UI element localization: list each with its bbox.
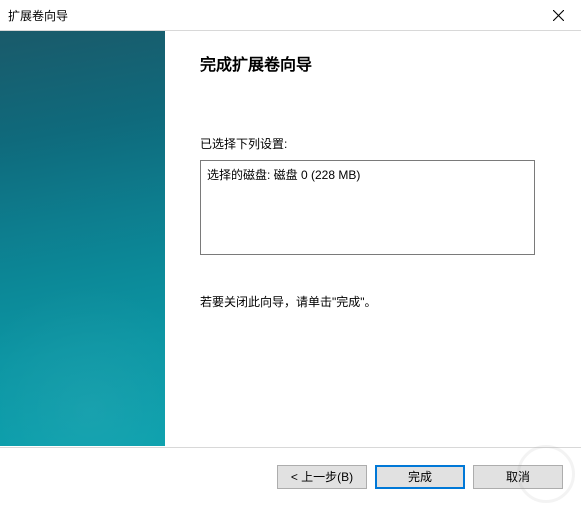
settings-label: 已选择下列设置: xyxy=(200,135,551,152)
settings-listbox[interactable]: 选择的磁盘: 磁盘 0 (228 MB) xyxy=(200,160,535,255)
selected-disk-line: 选择的磁盘: 磁盘 0 (228 MB) xyxy=(207,166,528,183)
button-row: < 上一步(B) 完成 取消 xyxy=(0,447,581,505)
close-button[interactable] xyxy=(536,0,581,30)
finish-button[interactable]: 完成 xyxy=(375,465,465,489)
close-icon xyxy=(553,10,564,21)
content-area: 完成扩展卷向导 已选择下列设置: 选择的磁盘: 磁盘 0 (228 MB) 若要… xyxy=(0,31,581,446)
cancel-button[interactable]: 取消 xyxy=(473,465,563,489)
page-heading: 完成扩展卷向导 xyxy=(200,51,551,75)
window-title: 扩展卷向导 xyxy=(8,7,68,24)
wizard-side-graphic xyxy=(0,31,165,446)
titlebar: 扩展卷向导 xyxy=(0,0,581,30)
main-panel: 完成扩展卷向导 已选择下列设置: 选择的磁盘: 磁盘 0 (228 MB) 若要… xyxy=(165,31,581,446)
back-button[interactable]: < 上一步(B) xyxy=(277,465,367,489)
finish-instruction: 若要关闭此向导，请单击"完成"。 xyxy=(200,293,551,310)
